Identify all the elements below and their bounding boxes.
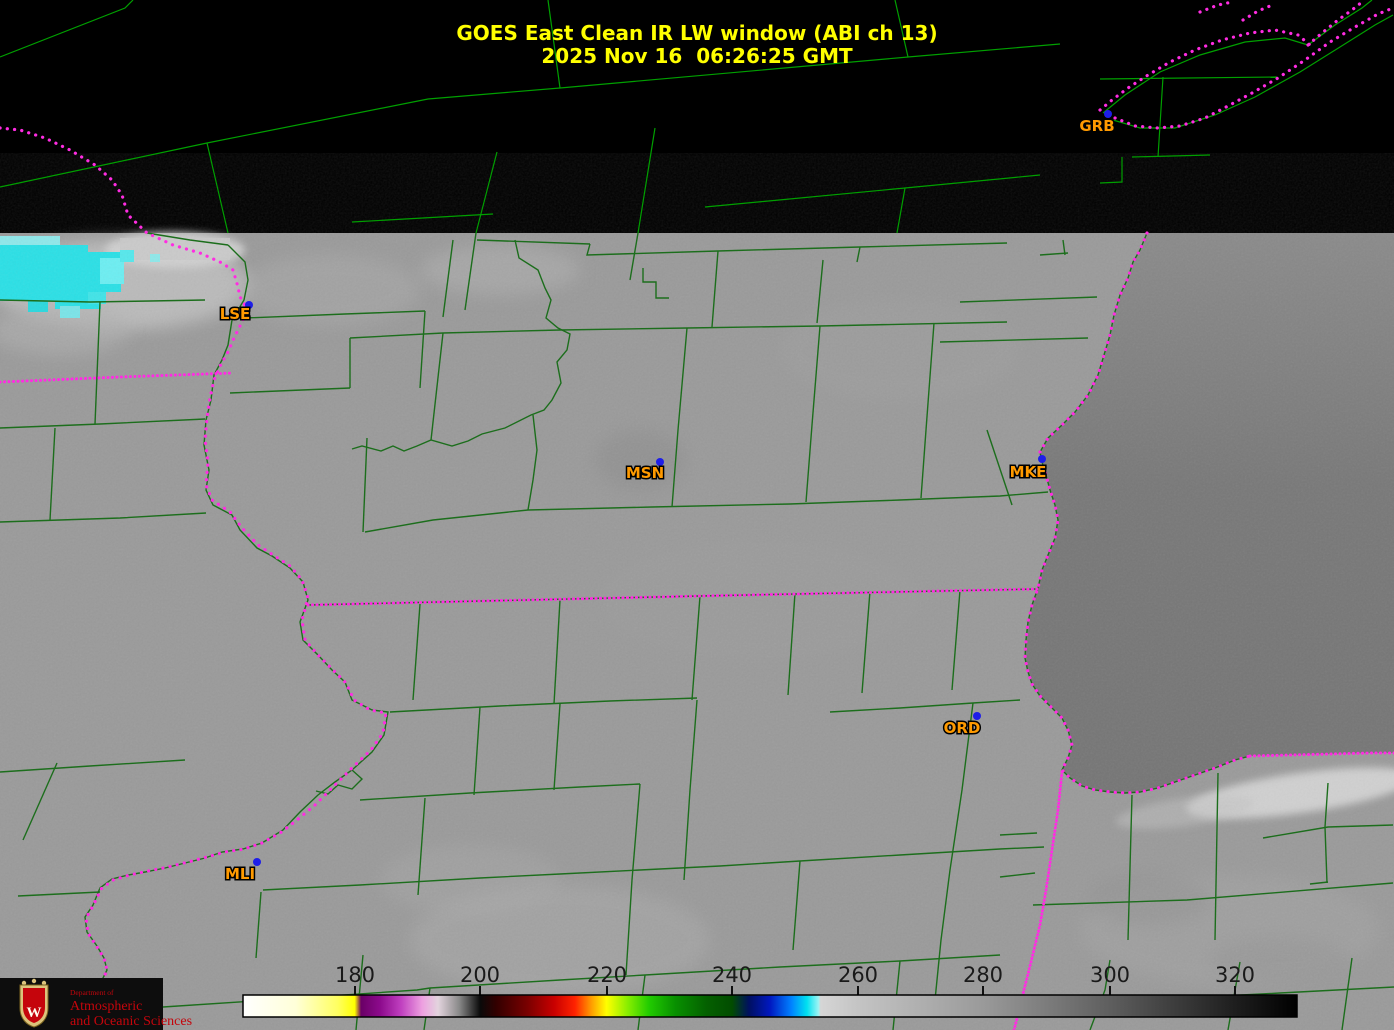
colorbar-gradient — [242, 994, 1298, 1018]
colorbar-tick-label: 320 — [1215, 963, 1255, 987]
colorbar-tick-label: 260 — [838, 963, 878, 987]
uw-crest-icon: W — [19, 978, 49, 1028]
city-lse: LSE — [218, 301, 253, 325]
colorbar-tick-label: 280 — [963, 963, 1003, 987]
colorbar-tick-label: 220 — [587, 963, 627, 987]
logo-dept-line2: and Oceanic Sciences — [70, 1014, 192, 1029]
city-label: MLI — [225, 865, 255, 883]
logo-dept-line1: Atmospheric — [70, 999, 142, 1014]
crest-letter: W — [27, 1005, 42, 1021]
city-label: MKE — [1010, 463, 1047, 481]
colorbar-tick-label: 180 — [335, 963, 375, 987]
colorbar-tick-label: 200 — [460, 963, 500, 987]
city-marker-icon — [1038, 455, 1046, 463]
logo-dept-prefix: Department of — [70, 988, 114, 997]
city-label: GRB — [1079, 117, 1114, 135]
colorbar-tick-label: 300 — [1090, 963, 1130, 987]
goes-ir-satellite-image: GRB LSE MSN MKE ORD MLI GOES East Clean … — [0, 0, 1394, 1030]
title-line-1: GOES East Clean IR LW window (ABI ch 13) — [456, 21, 937, 45]
city-label: ORD — [944, 719, 981, 737]
title-line-2: 2025 Nov 16 06:26:25 GMT — [541, 44, 853, 68]
satellite-map-canvas: GRB LSE MSN MKE ORD MLI GOES East Clean … — [0, 0, 1394, 1030]
colorbar-tick-label: 240 — [712, 963, 752, 987]
city-label: LSE — [220, 305, 251, 323]
city-label: MSN — [626, 464, 664, 482]
